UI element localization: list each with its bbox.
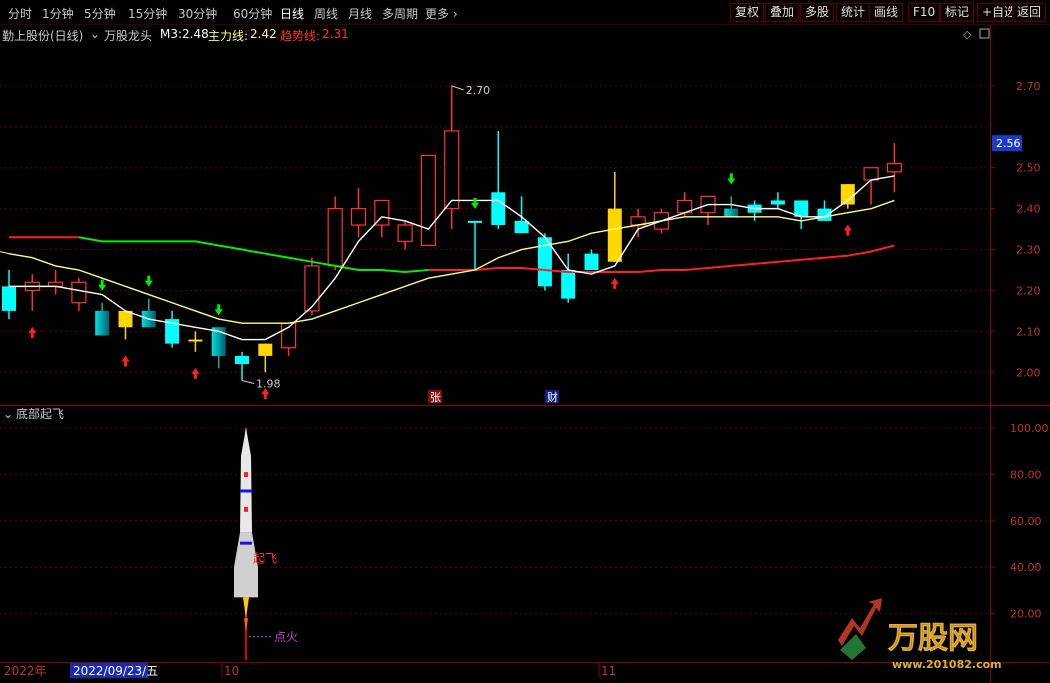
candle-body bbox=[350, 208, 367, 226]
y-tick-label: 2.10 bbox=[1016, 325, 1041, 338]
up-arrow-icon bbox=[610, 277, 619, 289]
candle-body bbox=[468, 220, 482, 223]
ignite-label: 点火 bbox=[274, 630, 298, 644]
y-tick-label: 2.00 bbox=[1016, 366, 1041, 379]
low-pointer bbox=[241, 379, 255, 384]
y-tick-label: 2.30 bbox=[1016, 244, 1041, 257]
sub-dropdown-icon[interactable]: ⌄ bbox=[3, 407, 13, 421]
candle-body bbox=[327, 208, 343, 267]
candle-body bbox=[188, 339, 203, 342]
candle-body bbox=[2, 286, 16, 311]
rocket-window bbox=[244, 506, 248, 512]
candle-body bbox=[258, 343, 273, 356]
candle-body bbox=[863, 167, 879, 181]
candle-body bbox=[420, 154, 436, 247]
month-label: 11 bbox=[601, 664, 616, 678]
sub-y-tick-label: 80.00 bbox=[1010, 468, 1042, 481]
candle-body bbox=[584, 253, 599, 270]
main-line-lead bbox=[0, 251, 10, 255]
chart-canvas: 2.70 1.98 张 财 ⌄ 底部起飞 20.00 40.00 60.00 80.00 100.… bbox=[0, 25, 1050, 683]
diamond-icon[interactable]: ◇ bbox=[963, 28, 972, 41]
candle-body bbox=[561, 270, 576, 299]
month-label: 10 bbox=[224, 664, 239, 678]
rocket-band bbox=[240, 541, 252, 545]
candle-body bbox=[840, 184, 855, 205]
watermark-logo bbox=[838, 598, 882, 646]
y-tick-label: 2.70 bbox=[1016, 80, 1041, 93]
maximize-icon[interactable] bbox=[979, 28, 990, 39]
candle-body bbox=[817, 208, 832, 221]
down-arrow-icon bbox=[727, 173, 736, 185]
rocket-flame bbox=[243, 597, 249, 619]
up-arrow-icon bbox=[121, 355, 130, 367]
rocket-window bbox=[244, 472, 248, 478]
candle-body bbox=[95, 310, 110, 336]
down-arrow-icon bbox=[144, 275, 153, 287]
year-label: 2022年 bbox=[4, 664, 47, 678]
down-arrow-icon bbox=[471, 197, 479, 209]
down-arrow-icon bbox=[214, 304, 223, 316]
trend-line-green bbox=[78, 236, 429, 274]
selected-date-label: 2022/09/23/五 bbox=[73, 664, 158, 678]
current-price-label: 2.56 bbox=[996, 137, 1021, 150]
sub-panel-title: 底部起飞 bbox=[16, 406, 64, 421]
down-arrow-icon bbox=[98, 279, 107, 291]
candle-body bbox=[514, 220, 529, 234]
candle-body bbox=[770, 200, 785, 205]
candle-body bbox=[886, 163, 903, 173]
candle-body bbox=[444, 130, 460, 210]
candle-body bbox=[607, 208, 622, 262]
sub-y-tick-label: 20.00 bbox=[1010, 608, 1042, 621]
marker-cai[interactable]: 财 bbox=[547, 390, 558, 404]
low-label: 1.98 bbox=[256, 377, 281, 390]
watermark-brand: 万股网 bbox=[888, 621, 978, 656]
up-arrow-icon bbox=[28, 326, 37, 338]
candle-body bbox=[235, 355, 249, 365]
up-arrow-icon bbox=[843, 224, 852, 236]
candle-body bbox=[71, 281, 87, 304]
candle-body bbox=[724, 208, 739, 217]
candle-body bbox=[397, 224, 413, 242]
candle-body bbox=[304, 265, 320, 312]
rocket-label: 起飞 bbox=[253, 552, 277, 566]
high-label: 2.70 bbox=[466, 84, 491, 97]
rocket-flame bbox=[244, 618, 248, 633]
marker-zhang[interactable]: 张 bbox=[430, 391, 441, 404]
sub-y-tick-label: 100.00 bbox=[1010, 422, 1049, 435]
high-pointer bbox=[451, 85, 464, 91]
sub-y-tick-label: 60.00 bbox=[1010, 515, 1042, 528]
sub-y-tick-label: 40.00 bbox=[1010, 561, 1042, 574]
candle-body bbox=[491, 192, 506, 225]
rocket-nose bbox=[240, 428, 252, 533]
y-tick-label: 2.50 bbox=[1016, 162, 1041, 175]
y-tick-label: 2.20 bbox=[1016, 284, 1041, 297]
up-arrow-icon bbox=[191, 367, 200, 379]
watermark: 万股网 www.201082.com bbox=[838, 598, 1002, 671]
y-tick-label: 2.40 bbox=[1016, 203, 1041, 216]
watermark-url: www.201082.com bbox=[892, 658, 1002, 671]
rocket-band bbox=[240, 489, 252, 493]
